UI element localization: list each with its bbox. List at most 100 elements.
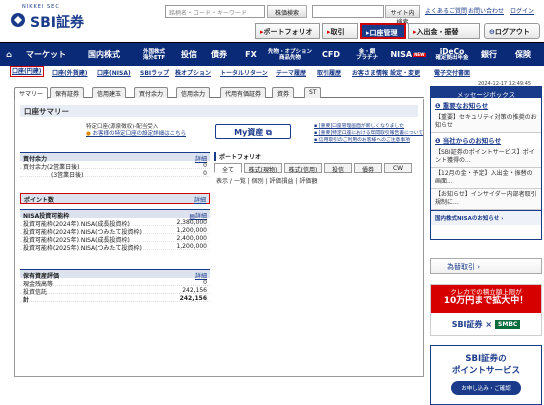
note-link-2[interactable]: ▪ [重要]特定口座における年間取引報告書について — [314, 130, 424, 137]
account-type-link-label: お客様の特定口座の設定詳細はこちら — [92, 131, 187, 137]
stock-search-input[interactable]: 銘柄名・コード・キーワード — [165, 5, 265, 18]
account-tabs: サマリー 保有証券 信用建玉 買付余力 信用余力 代用有価証券 資券 ST — [14, 86, 424, 99]
points-panel: ポイント数 詳細 — [20, 193, 210, 204]
message-item[interactable]: 【SBI証券のポイントサービス】ポイント獲得の... — [431, 147, 541, 168]
my-asset-button[interactable]: My資産 ⧉ — [215, 124, 291, 139]
note-label-3: 信用取引のご利用のお客様へのご注意事項 — [318, 138, 410, 143]
trade-button[interactable]: ▸取引 — [322, 23, 358, 39]
important-notes: ▪ [重要]口座管理画面が新しくなりました ▪ [重要]特定口座における年間取引… — [314, 123, 424, 144]
subnav-e-delivery[interactable]: 電子交付書面 — [434, 68, 470, 77]
portfolio-button[interactable]: ▸ポートフォリオ — [255, 23, 320, 39]
pf-tab-cw[interactable]: CW — [384, 163, 412, 173]
ad2-line1: SBI証券の — [465, 354, 507, 364]
note-link-1[interactable]: ▪ [重要]口座管理画面が新しくなりました — [314, 123, 424, 130]
subnav-trade-history[interactable]: 取引履歴 — [317, 68, 341, 77]
ad-bottom: SBI証券 × SMBC — [431, 313, 541, 335]
portfolio-label: ポートフォリオ — [263, 28, 313, 36]
account-type-link[interactable]: ● お客様の特定口座の設定詳細はこちら — [86, 131, 206, 138]
tab-summary[interactable]: サマリー — [14, 87, 49, 99]
tab-st[interactable]: ST — [304, 87, 322, 98]
asset-valuation-panel: 保有資産評価 詳細 現金残高等 0 投資信託 242,156 計 242,156 — [20, 269, 210, 304]
portfolio-display-options[interactable]: 表示 / 一覧 | 個別 | 評価損益 | 評価額 — [214, 173, 424, 188]
message-item[interactable]: 【お知らせ】インサイダー内部者取引規制に... — [431, 189, 541, 210]
pf-tab-margin-stock[interactable]: 株式(信用) — [284, 163, 322, 174]
smbc-logo: SMBC — [495, 319, 521, 329]
point-service-banner[interactable]: SBI証券の ポイントサービス お申し込み・ご確認 — [430, 345, 542, 405]
row-value: 2,400,000 — [176, 235, 207, 242]
nav-gold[interactable]: 金・銀 プラチナ — [350, 43, 384, 67]
tab-shikenken[interactable]: 資券 — [272, 87, 295, 98]
nav-bank[interactable]: 銀行 — [476, 43, 502, 67]
logout-button[interactable]: ⊖ログアウト — [484, 23, 540, 39]
pf-tab-fund[interactable]: 投信 — [324, 163, 352, 174]
note-link-3[interactable]: ▪ 信用取引のご利用のお客様へのご注意事項 — [314, 137, 424, 144]
nisa-row: 投資可能枠(2025年) NISA(成長投資枠) 2,400,000 — [20, 234, 210, 244]
nisa-header: NISA投資可能枠 ▤詳細 — [20, 209, 210, 220]
nav-insurance[interactable]: 保険 — [508, 43, 538, 67]
sbi-logo[interactable]: NIKKEI SEC SBI証券 — [6, 4, 86, 32]
row-label: (3営業日後) — [51, 172, 84, 179]
account-management-button[interactable]: ▸口座管理 — [360, 23, 406, 39]
sbi-logo-icon — [11, 13, 25, 27]
home-icon[interactable]: ⌂ — [2, 43, 16, 67]
fx-trade-button[interactable]: 為替取引 › — [430, 258, 542, 274]
subnav-account-jpy[interactable]: 口座(円建) — [10, 66, 44, 77]
company-notice-label: 当社からのお知らせ — [442, 137, 502, 145]
login-link[interactable]: ログイン — [510, 6, 534, 15]
subnav-theme-history[interactable]: テーマ履歴 — [276, 68, 306, 77]
deposit-transfer-button[interactable]: ▸入出金・振替 — [408, 23, 480, 39]
points-detail-link[interactable]: 詳細 — [194, 195, 206, 204]
apply-confirm-button[interactable]: お申し込み・ご確認 — [451, 381, 521, 395]
nav-ideco[interactable]: iDeCo 確定拠出年金 — [432, 43, 472, 67]
tab-margin-positions[interactable]: 信用建玉 — [92, 87, 127, 98]
nisa-row: 投資可能枠(2024年) NISA(つみたて投資枠) 1,200,000 — [20, 226, 210, 236]
site-search-button[interactable]: サイト内検索 — [385, 5, 420, 26]
credit-card-ad-banner[interactable]: クレカでの積立額上限が 10万円まで拡大中！ SBI証券 × SMBC — [430, 284, 542, 336]
nav-foreign-stock[interactable]: 外国株式 海外ETF — [134, 43, 174, 67]
subnav-total-return[interactable]: トータルリターン — [220, 68, 268, 77]
nav-nisa[interactable]: NISA NEW — [388, 43, 428, 67]
ad2-line2: ポイントサービス — [451, 366, 520, 376]
buying-power-row: 買付余力(2営業日後) 0 — [20, 161, 210, 171]
pf-tab-all[interactable]: 全て — [214, 163, 242, 174]
faq-link[interactable]: よくあるご質問 — [425, 6, 467, 15]
site-search-input[interactable] — [312, 5, 384, 18]
row-value: 2,380,000 — [176, 219, 207, 226]
tab-buying-power[interactable]: 買付余力 — [134, 87, 169, 98]
pf-tab-cash-stock[interactable]: 株式(現物) — [244, 163, 282, 174]
message-item[interactable]: 【12月の金・予定】入出金・振替の画面... — [431, 168, 541, 189]
subnav-sbi-wrap[interactable]: SBIラップ — [140, 68, 169, 77]
brand-sub: NIKKEI SEC — [22, 4, 60, 10]
stock-search-button[interactable]: 株価検索 — [267, 5, 307, 18]
note-label-2: [重要]特定口座における年間取引報告書について — [318, 131, 424, 136]
row-type: NISA(つみたて投資枠) — [80, 245, 142, 252]
nav-fx[interactable]: FX — [240, 43, 262, 67]
nav-market[interactable]: マーケット — [20, 43, 72, 67]
nav-futures[interactable]: 先物・オプション 商品先物 — [266, 43, 314, 67]
nav-bond[interactable]: 債券 — [206, 43, 232, 67]
subnav-account-nisa[interactable]: 口座(NISA) — [97, 68, 131, 77]
subnav-customer-info[interactable]: お客さま情報 設定・変更 — [352, 68, 420, 77]
nisa-notice-link[interactable]: 国内株式NISAのお知らせ › — [431, 210, 541, 225]
nav-domestic-stock[interactable]: 国内株式 — [78, 43, 130, 67]
row-value: 0 — [203, 162, 207, 169]
tab-collateral[interactable]: 代用有価証券 — [220, 87, 267, 98]
pf-tab-bond[interactable]: 債券 — [354, 163, 382, 174]
contact-link[interactable]: お問い合わせ — [468, 6, 504, 15]
asset-valuation-header: 保有資産評価 詳細 — [20, 269, 210, 280]
company-notice-link[interactable]: ❶ 当社からのお知らせ — [431, 133, 541, 147]
nav-fund[interactable]: 投信 — [176, 43, 202, 67]
important-notice-link[interactable]: ❶ 重要なお知らせ — [431, 98, 541, 112]
message-item[interactable]: 【重要】セキュリティ対策の推奨のお知らせ — [431, 112, 541, 133]
subnav-stock-option[interactable]: 株オプション — [175, 68, 211, 77]
fx-trade-label: 為替取引 — [447, 263, 475, 271]
account-management-label: 口座管理 — [369, 29, 398, 37]
ad-big-text: 10万円まで拡大中！ — [443, 296, 529, 306]
tab-margin-power[interactable]: 信用余力 — [176, 87, 211, 98]
row-value: 1,200,000 — [176, 243, 207, 250]
account-type-info: 特定口座(源泉徴収)-配当受入 ● お客様の特定口座の設定詳細はこちら — [86, 124, 206, 138]
subnav-account-foreign[interactable]: 口座(外貨建) — [52, 68, 88, 77]
external-link-icon: ⧉ — [266, 128, 272, 137]
nav-cfd[interactable]: CFD — [318, 43, 344, 67]
tab-holdings[interactable]: 保有証券 — [50, 87, 85, 98]
